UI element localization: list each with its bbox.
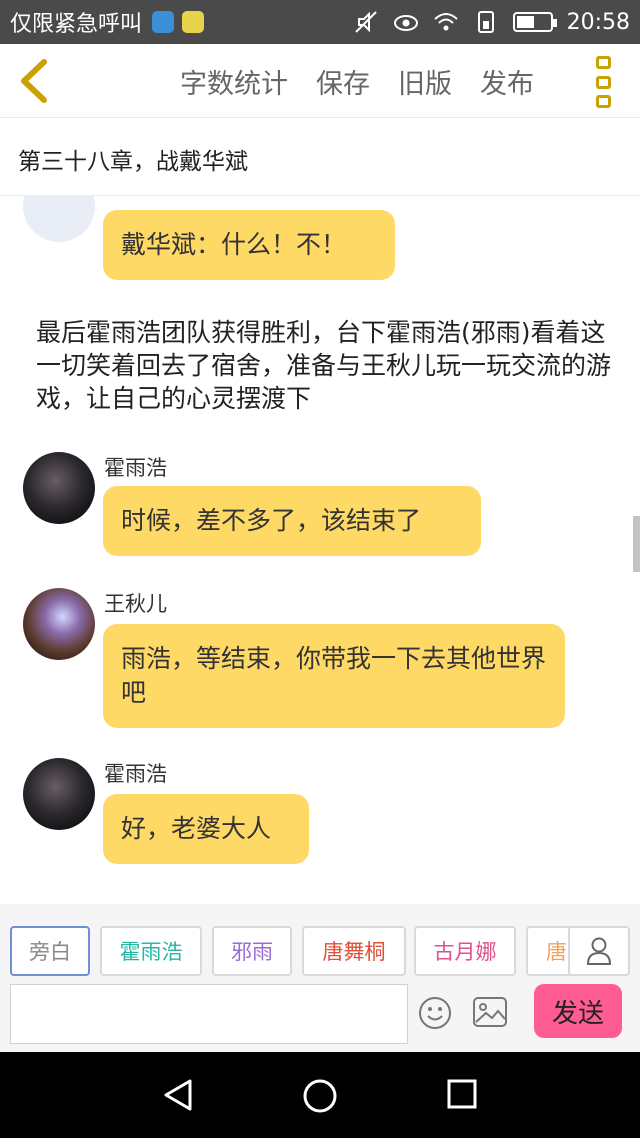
wifi-icon xyxy=(433,13,458,31)
old-version-button[interactable]: 旧版 xyxy=(398,62,452,101)
role-chip[interactable]: 霍雨浩 xyxy=(100,926,202,976)
compose-bar: 发送 xyxy=(0,978,640,1052)
role-chip-narrator[interactable]: 旁白 xyxy=(10,926,90,976)
emoji-icon[interactable] xyxy=(418,996,452,1030)
app-notification-icon xyxy=(152,11,175,33)
role-chip[interactable]: 古月娜 xyxy=(414,926,516,976)
message-bubble[interactable]: 戴华斌：什么！不！ xyxy=(103,210,395,280)
sender-name: 霍雨浩 xyxy=(104,762,167,786)
publish-button[interactable]: 发布 xyxy=(480,62,534,101)
carrier-text: 仅限紧急呼叫 xyxy=(10,12,143,37)
message-bubble[interactable]: 雨浩，等结束，你带我一下去其他世界吧 xyxy=(103,624,565,728)
battery-fill xyxy=(516,16,535,28)
chevron-left-icon[interactable] xyxy=(14,56,54,106)
message-bubble[interactable]: 时候，差不多了，该结束了 xyxy=(103,486,481,556)
home-nav-icon[interactable] xyxy=(302,1078,338,1114)
notification-icons xyxy=(152,11,205,33)
avatar[interactable] xyxy=(23,452,95,524)
narration-text[interactable]: 最后霍雨浩团队获得胜利，台下霍雨浩(邪雨)看着这一切笑着回去了宿舍，准备与王秋儿… xyxy=(36,316,616,415)
role-selector: 旁白 霍雨浩 邪雨 唐舞桐 古月娜 唐 xyxy=(0,904,640,978)
image-icon[interactable] xyxy=(472,996,508,1028)
role-chip[interactable]: 邪雨 xyxy=(212,926,292,976)
app-notification-icon xyxy=(182,11,205,33)
message-bubble[interactable]: 好，老婆大人 xyxy=(103,794,309,864)
sim-icon xyxy=(477,11,494,33)
role-chip[interactable]: 唐舞桐 xyxy=(302,926,406,976)
clock: 20:58 xyxy=(566,9,630,35)
chapter-title[interactable]: 第三十八章，战戴华斌 xyxy=(18,142,248,176)
eye-icon xyxy=(393,15,418,31)
editor-toolbar: 字数统计 保存 旧版 发布 xyxy=(0,44,640,118)
scrollbar-thumb[interactable] xyxy=(633,516,640,572)
toolbar-actions: 字数统计 保存 旧版 发布 xyxy=(180,62,534,101)
word-count-button[interactable]: 字数统计 xyxy=(180,62,288,101)
save-button[interactable]: 保存 xyxy=(316,62,370,101)
sender-name: 王秋儿 xyxy=(104,592,167,616)
recents-nav-icon[interactable] xyxy=(446,1078,478,1110)
avatar[interactable] xyxy=(23,758,95,830)
back-nav-icon[interactable] xyxy=(162,1078,194,1112)
avatar[interactable] xyxy=(23,588,95,660)
avatar[interactable] xyxy=(23,196,95,242)
mute-icon xyxy=(354,11,377,33)
vertical-more-icon[interactable] xyxy=(596,56,616,108)
chapter-header: 第三十八章，战戴华斌 xyxy=(0,118,640,196)
system-nav-bar xyxy=(0,1052,640,1138)
person-icon xyxy=(586,937,612,965)
conversation-area[interactable]: 戴华斌：什么！不！ 最后霍雨浩团队获得胜利，台下霍雨浩(邪雨)看着这一切笑着回去… xyxy=(0,196,640,904)
send-button[interactable]: 发送 xyxy=(534,984,622,1038)
sender-name: 霍雨浩 xyxy=(104,456,167,480)
battery-icon xyxy=(512,12,557,32)
message-input[interactable] xyxy=(10,984,408,1044)
manage-roles-button[interactable] xyxy=(568,926,630,976)
status-bar: 仅限紧急呼叫 20:58 xyxy=(0,0,640,44)
